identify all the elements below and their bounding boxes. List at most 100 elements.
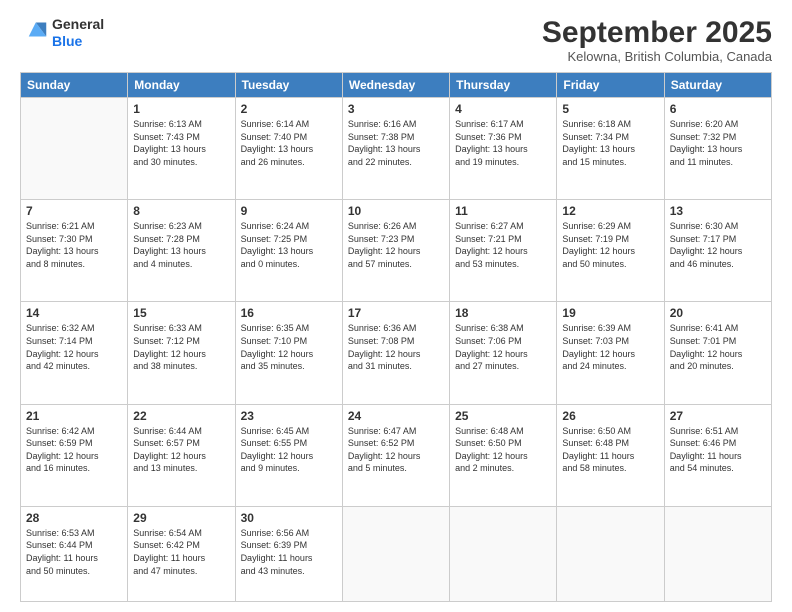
- week-row-1: 1 Sunrise: 6:13 AM Sunset: 7:43 PM Daylig…: [21, 98, 772, 200]
- day-header-monday: Monday: [128, 73, 235, 98]
- calendar-cell: 30 Sunrise: 6:56 AM Sunset: 6:39 PM Dayli…: [235, 506, 342, 601]
- day-info: Sunrise: 6:20 AM Sunset: 7:32 PM Dayligh…: [670, 118, 766, 168]
- day-number: 30: [241, 511, 337, 525]
- day-number: 9: [241, 204, 337, 218]
- calendar-cell: 9Sunrise: 6:24 AM Sunset: 7:25 PM Daylig…: [235, 200, 342, 302]
- header-row: SundayMondayTuesdayWednesdayThursdayFrid…: [21, 73, 772, 98]
- day-number: 13: [670, 204, 766, 218]
- calendar-cell: 29 Sunrise: 6:54 AM Sunset: 6:42 PM Dayli…: [128, 506, 235, 601]
- day-number: 11: [455, 204, 551, 218]
- calendar-cell: 1 Sunrise: 6:13 AM Sunset: 7:43 PM Daylig…: [128, 98, 235, 200]
- logo-icon: [20, 19, 48, 47]
- day-info: Sunrise: 6:29 AM Sunset: 7:19 PM Dayligh…: [562, 220, 658, 270]
- day-info: Sunrise: 6:56 AM Sunset: 6:39 PM Dayligh…: [241, 527, 337, 577]
- day-info: Sunrise: 6:14 AM Sunset: 7:40 PM Dayligh…: [241, 118, 337, 168]
- day-number: 19: [562, 306, 658, 320]
- logo-general: General: [52, 16, 104, 33]
- day-info: Sunrise: 6:32 AM Sunset: 7:14 PM Dayligh…: [26, 322, 122, 372]
- calendar-cell: 7 Sunrise: 6:21 AM Sunset: 7:30 PM Daylig…: [21, 200, 128, 302]
- week-row-2: 7 Sunrise: 6:21 AM Sunset: 7:30 PM Daylig…: [21, 200, 772, 302]
- calendar-cell: 21Sunrise: 6:42 AM Sunset: 6:59 PM Dayli…: [21, 404, 128, 506]
- day-number: 3: [348, 102, 444, 116]
- day-info: Sunrise: 6:47 AM Sunset: 6:52 PM Dayligh…: [348, 425, 444, 475]
- day-number: 18: [455, 306, 551, 320]
- calendar-cell: 14 Sunrise: 6:32 AM Sunset: 7:14 PM Dayli…: [21, 302, 128, 404]
- day-info: Sunrise: 6:35 AM Sunset: 7:10 PM Dayligh…: [241, 322, 337, 372]
- day-header-tuesday: Tuesday: [235, 73, 342, 98]
- day-info: Sunrise: 6:53 AM Sunset: 6:44 PM Dayligh…: [26, 527, 122, 577]
- calendar-cell: 3 Sunrise: 6:16 AM Sunset: 7:38 PM Daylig…: [342, 98, 449, 200]
- day-number: 10: [348, 204, 444, 218]
- day-info: Sunrise: 6:26 AM Sunset: 7:23 PM Dayligh…: [348, 220, 444, 270]
- day-number: 7: [26, 204, 122, 218]
- calendar-cell: [450, 506, 557, 601]
- calendar-cell: [664, 506, 771, 601]
- logo-text: General Blue: [52, 16, 104, 50]
- day-info: Sunrise: 6:13 AM Sunset: 7:43 PM Dayligh…: [133, 118, 229, 168]
- week-row-4: 21Sunrise: 6:42 AM Sunset: 6:59 PM Dayli…: [21, 404, 772, 506]
- calendar-cell: [342, 506, 449, 601]
- logo-blue: Blue: [52, 33, 104, 50]
- week-row-5: 28 Sunrise: 6:53 AM Sunset: 6:44 PM Dayli…: [21, 506, 772, 601]
- day-number: 17: [348, 306, 444, 320]
- day-info: Sunrise: 6:17 AM Sunset: 7:36 PM Dayligh…: [455, 118, 551, 168]
- calendar-cell: [557, 506, 664, 601]
- day-number: 2: [241, 102, 337, 116]
- day-number: 8: [133, 204, 229, 218]
- day-header-wednesday: Wednesday: [342, 73, 449, 98]
- day-info: Sunrise: 6:36 AM Sunset: 7:08 PM Dayligh…: [348, 322, 444, 372]
- week-row-3: 14 Sunrise: 6:32 AM Sunset: 7:14 PM Dayli…: [21, 302, 772, 404]
- calendar-cell: 25 Sunrise: 6:48 AM Sunset: 6:50 PM Dayli…: [450, 404, 557, 506]
- month-title: September 2025: [542, 16, 772, 49]
- day-number: 6: [670, 102, 766, 116]
- day-header-saturday: Saturday: [664, 73, 771, 98]
- day-info: Sunrise: 6:51 AM Sunset: 6:46 PM Dayligh…: [670, 425, 766, 475]
- day-number: 23: [241, 409, 337, 423]
- day-number: 20: [670, 306, 766, 320]
- day-number: 12: [562, 204, 658, 218]
- day-info: Sunrise: 6:23 AM Sunset: 7:28 PM Dayligh…: [133, 220, 229, 270]
- day-number: 1: [133, 102, 229, 116]
- day-info: Sunrise: 6:48 AM Sunset: 6:50 PM Dayligh…: [455, 425, 551, 475]
- location: Kelowna, British Columbia, Canada: [542, 49, 772, 64]
- day-header-sunday: Sunday: [21, 73, 128, 98]
- day-info: Sunrise: 6:30 AM Sunset: 7:17 PM Dayligh…: [670, 220, 766, 270]
- day-info: Sunrise: 6:45 AM Sunset: 6:55 PM Dayligh…: [241, 425, 337, 475]
- day-info: Sunrise: 6:16 AM Sunset: 7:38 PM Dayligh…: [348, 118, 444, 168]
- calendar-cell: 10 Sunrise: 6:26 AM Sunset: 7:23 PM Dayli…: [342, 200, 449, 302]
- calendar-cell: 22 Sunrise: 6:44 AM Sunset: 6:57 PM Dayli…: [128, 404, 235, 506]
- calendar-cell: 6 Sunrise: 6:20 AM Sunset: 7:32 PM Daylig…: [664, 98, 771, 200]
- day-info: Sunrise: 6:21 AM Sunset: 7:30 PM Dayligh…: [26, 220, 122, 270]
- day-info: Sunrise: 6:18 AM Sunset: 7:34 PM Dayligh…: [562, 118, 658, 168]
- day-number: 26: [562, 409, 658, 423]
- day-header-friday: Friday: [557, 73, 664, 98]
- calendar-cell: 19 Sunrise: 6:39 AM Sunset: 7:03 PM Dayli…: [557, 302, 664, 404]
- day-number: 14: [26, 306, 122, 320]
- day-header-thursday: Thursday: [450, 73, 557, 98]
- calendar-cell: 8 Sunrise: 6:23 AM Sunset: 7:28 PM Daylig…: [128, 200, 235, 302]
- day-number: 16: [241, 306, 337, 320]
- day-info: Sunrise: 6:39 AM Sunset: 7:03 PM Dayligh…: [562, 322, 658, 372]
- page: General Blue September 2025 Kelowna, Bri…: [0, 0, 792, 612]
- day-number: 22: [133, 409, 229, 423]
- calendar-cell: 13 Sunrise: 6:30 AM Sunset: 7:17 PM Dayli…: [664, 200, 771, 302]
- calendar-cell: 11 Sunrise: 6:27 AM Sunset: 7:21 PM Dayli…: [450, 200, 557, 302]
- day-info: Sunrise: 6:27 AM Sunset: 7:21 PM Dayligh…: [455, 220, 551, 270]
- day-number: 5: [562, 102, 658, 116]
- calendar-cell: 16 Sunrise: 6:35 AM Sunset: 7:10 PM Dayli…: [235, 302, 342, 404]
- day-info: Sunrise: 6:50 AM Sunset: 6:48 PM Dayligh…: [562, 425, 658, 475]
- day-info: Sunrise: 6:54 AM Sunset: 6:42 PM Dayligh…: [133, 527, 229, 577]
- calendar-cell: 28 Sunrise: 6:53 AM Sunset: 6:44 PM Dayli…: [21, 506, 128, 601]
- calendar-cell: 15Sunrise: 6:33 AM Sunset: 7:12 PM Dayli…: [128, 302, 235, 404]
- day-info: Sunrise: 6:44 AM Sunset: 6:57 PM Dayligh…: [133, 425, 229, 475]
- calendar-cell: 20Sunrise: 6:41 AM Sunset: 7:01 PM Dayli…: [664, 302, 771, 404]
- day-number: 28: [26, 511, 122, 525]
- calendar-cell: 12 Sunrise: 6:29 AM Sunset: 7:19 PM Dayli…: [557, 200, 664, 302]
- day-number: 29: [133, 511, 229, 525]
- day-number: 25: [455, 409, 551, 423]
- title-section: September 2025 Kelowna, British Columbia…: [542, 16, 772, 64]
- logo: General Blue: [20, 16, 104, 50]
- day-number: 27: [670, 409, 766, 423]
- header: General Blue September 2025 Kelowna, Bri…: [20, 16, 772, 64]
- calendar: SundayMondayTuesdayWednesdayThursdayFrid…: [20, 72, 772, 602]
